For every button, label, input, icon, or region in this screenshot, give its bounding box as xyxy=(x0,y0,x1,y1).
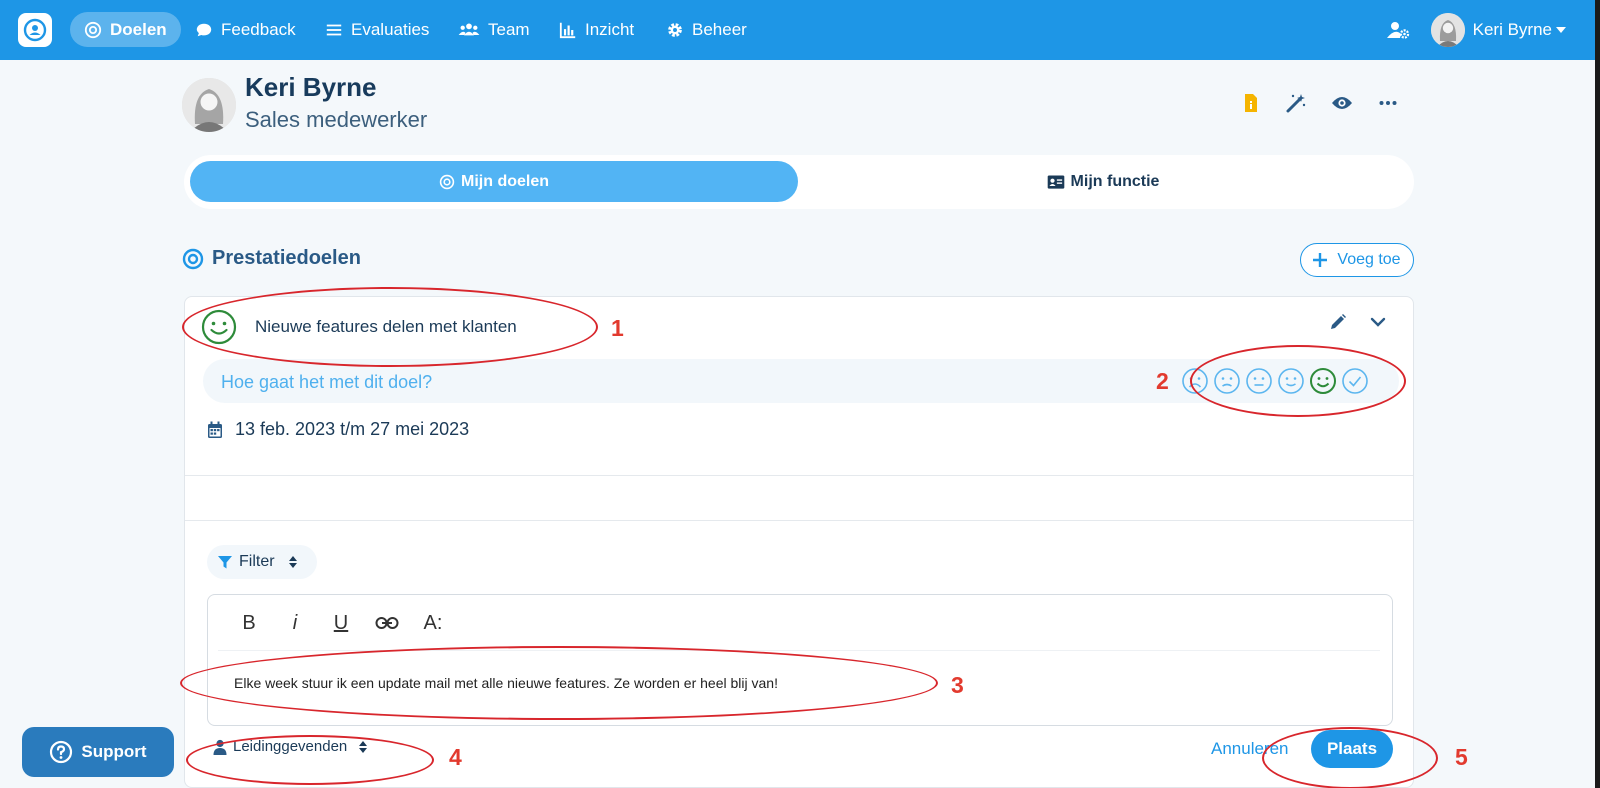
support-label: Support xyxy=(81,742,147,761)
nav-label: Doelen xyxy=(110,19,167,39)
annotation-ellipse-1 xyxy=(182,287,598,367)
nav-item-doelen[interactable]: Doelen xyxy=(70,12,181,47)
link-icon xyxy=(375,617,399,629)
add-goal-button[interactable]: Voeg toe xyxy=(1300,243,1414,277)
nav-label: Feedback xyxy=(221,19,296,39)
section-title: Prestatiedoelen xyxy=(182,247,361,270)
user-settings-icon[interactable] xyxy=(1386,20,1410,40)
profile-name: Keri Byrne xyxy=(245,72,377,102)
divider xyxy=(185,520,1413,521)
target-icon xyxy=(182,248,204,269)
eye-icon[interactable] xyxy=(1331,92,1353,114)
user-photo-icon xyxy=(182,78,236,132)
nav-item-inzicht[interactable]: Inzicht xyxy=(559,12,634,47)
text-style-button[interactable]: A: xyxy=(410,609,456,637)
goal-actions xyxy=(1329,313,1387,331)
nav-label: Inzicht xyxy=(585,19,635,39)
filter-funnel-icon xyxy=(218,556,232,569)
avatar xyxy=(1430,13,1465,47)
nav-label: Evaluaties xyxy=(351,19,430,39)
chevron-down-icon[interactable] xyxy=(1369,313,1387,331)
app-logo[interactable] xyxy=(18,13,52,47)
caret-down-icon xyxy=(1556,27,1566,33)
filter-label: Filter xyxy=(239,553,275,570)
more-options-icon[interactable] xyxy=(1377,92,1399,114)
tab-mijn-doelen[interactable]: Mijn doelen xyxy=(190,161,798,202)
logo-icon xyxy=(23,18,47,42)
nav-label: Beheer xyxy=(692,19,747,39)
tab-label: Mijn doelen xyxy=(461,172,549,190)
nav-item-evaluaties[interactable]: Evaluaties xyxy=(325,12,429,47)
annotation-number-5: 5 xyxy=(1455,744,1468,770)
divider xyxy=(185,475,1413,476)
section-title-text: Prestatiedoelen xyxy=(212,247,361,269)
window-edge xyxy=(1595,0,1600,788)
chat-icon xyxy=(196,23,212,36)
annotation-number-3: 3 xyxy=(951,672,964,698)
help-circle-icon xyxy=(50,740,73,764)
plus-icon xyxy=(1313,253,1328,267)
tab-bar: Mijn doelen Mijn functie xyxy=(184,155,1414,209)
underline-button[interactable]: U xyxy=(318,609,364,637)
edit-pencil-icon[interactable] xyxy=(1329,313,1347,331)
magic-wand-icon[interactable] xyxy=(1285,92,1307,114)
date-range-text: 13 feb. 2023 t/m 27 mei 2023 xyxy=(235,419,470,439)
annotation-ellipse-2 xyxy=(1190,345,1406,417)
link-button[interactable] xyxy=(364,609,410,637)
user-name: Keri Byrne xyxy=(1472,20,1552,39)
list-icon xyxy=(326,24,342,35)
nav-item-beheer[interactable]: Beheer xyxy=(666,12,747,47)
target-icon xyxy=(439,174,455,189)
question-text: Hoe gaat het met dit doel? xyxy=(221,372,433,392)
document-icon[interactable] xyxy=(1240,92,1262,114)
goal-date-range: 13 feb. 2023 t/m 27 mei 2023 xyxy=(207,419,469,440)
target-icon xyxy=(84,21,102,38)
gear-icon xyxy=(668,22,682,37)
users-icon xyxy=(458,23,480,35)
nav-item-feedback[interactable]: Feedback xyxy=(195,12,296,47)
profile-role: Sales medewerker xyxy=(245,107,428,132)
editor-toolbar: B i U A: xyxy=(226,609,456,637)
bold-button[interactable]: B xyxy=(226,609,272,637)
user-photo-icon xyxy=(1430,13,1465,47)
annotation-number-2: 2 xyxy=(1156,368,1169,394)
top-navigation-bar: Doelen Feedback Evaluaties Team Inzicht … xyxy=(0,0,1600,60)
chart-icon xyxy=(559,22,576,38)
sort-icon xyxy=(288,556,297,568)
nav-label: Team xyxy=(488,19,530,39)
tab-label: Mijn functie xyxy=(1070,172,1160,190)
id-card-icon xyxy=(1047,174,1064,189)
italic-button[interactable]: i xyxy=(272,609,318,637)
annotation-ellipse-4 xyxy=(186,735,434,785)
annotation-number-1: 1 xyxy=(611,315,624,341)
support-button[interactable]: Support xyxy=(22,727,174,777)
calendar-icon xyxy=(208,421,222,438)
annotation-ellipse-3 xyxy=(180,646,938,720)
user-menu[interactable]: Keri Byrne xyxy=(1430,13,1566,47)
nav-item-team[interactable]: Team xyxy=(458,12,530,47)
annotation-ellipse-5 xyxy=(1262,727,1438,788)
tab-mijn-functie[interactable]: Mijn functie xyxy=(798,161,1408,202)
annotation-number-4: 4 xyxy=(449,744,462,770)
add-goal-label: Voeg toe xyxy=(1337,251,1401,268)
profile-avatar xyxy=(182,78,236,132)
filter-button[interactable]: Filter xyxy=(207,545,317,579)
